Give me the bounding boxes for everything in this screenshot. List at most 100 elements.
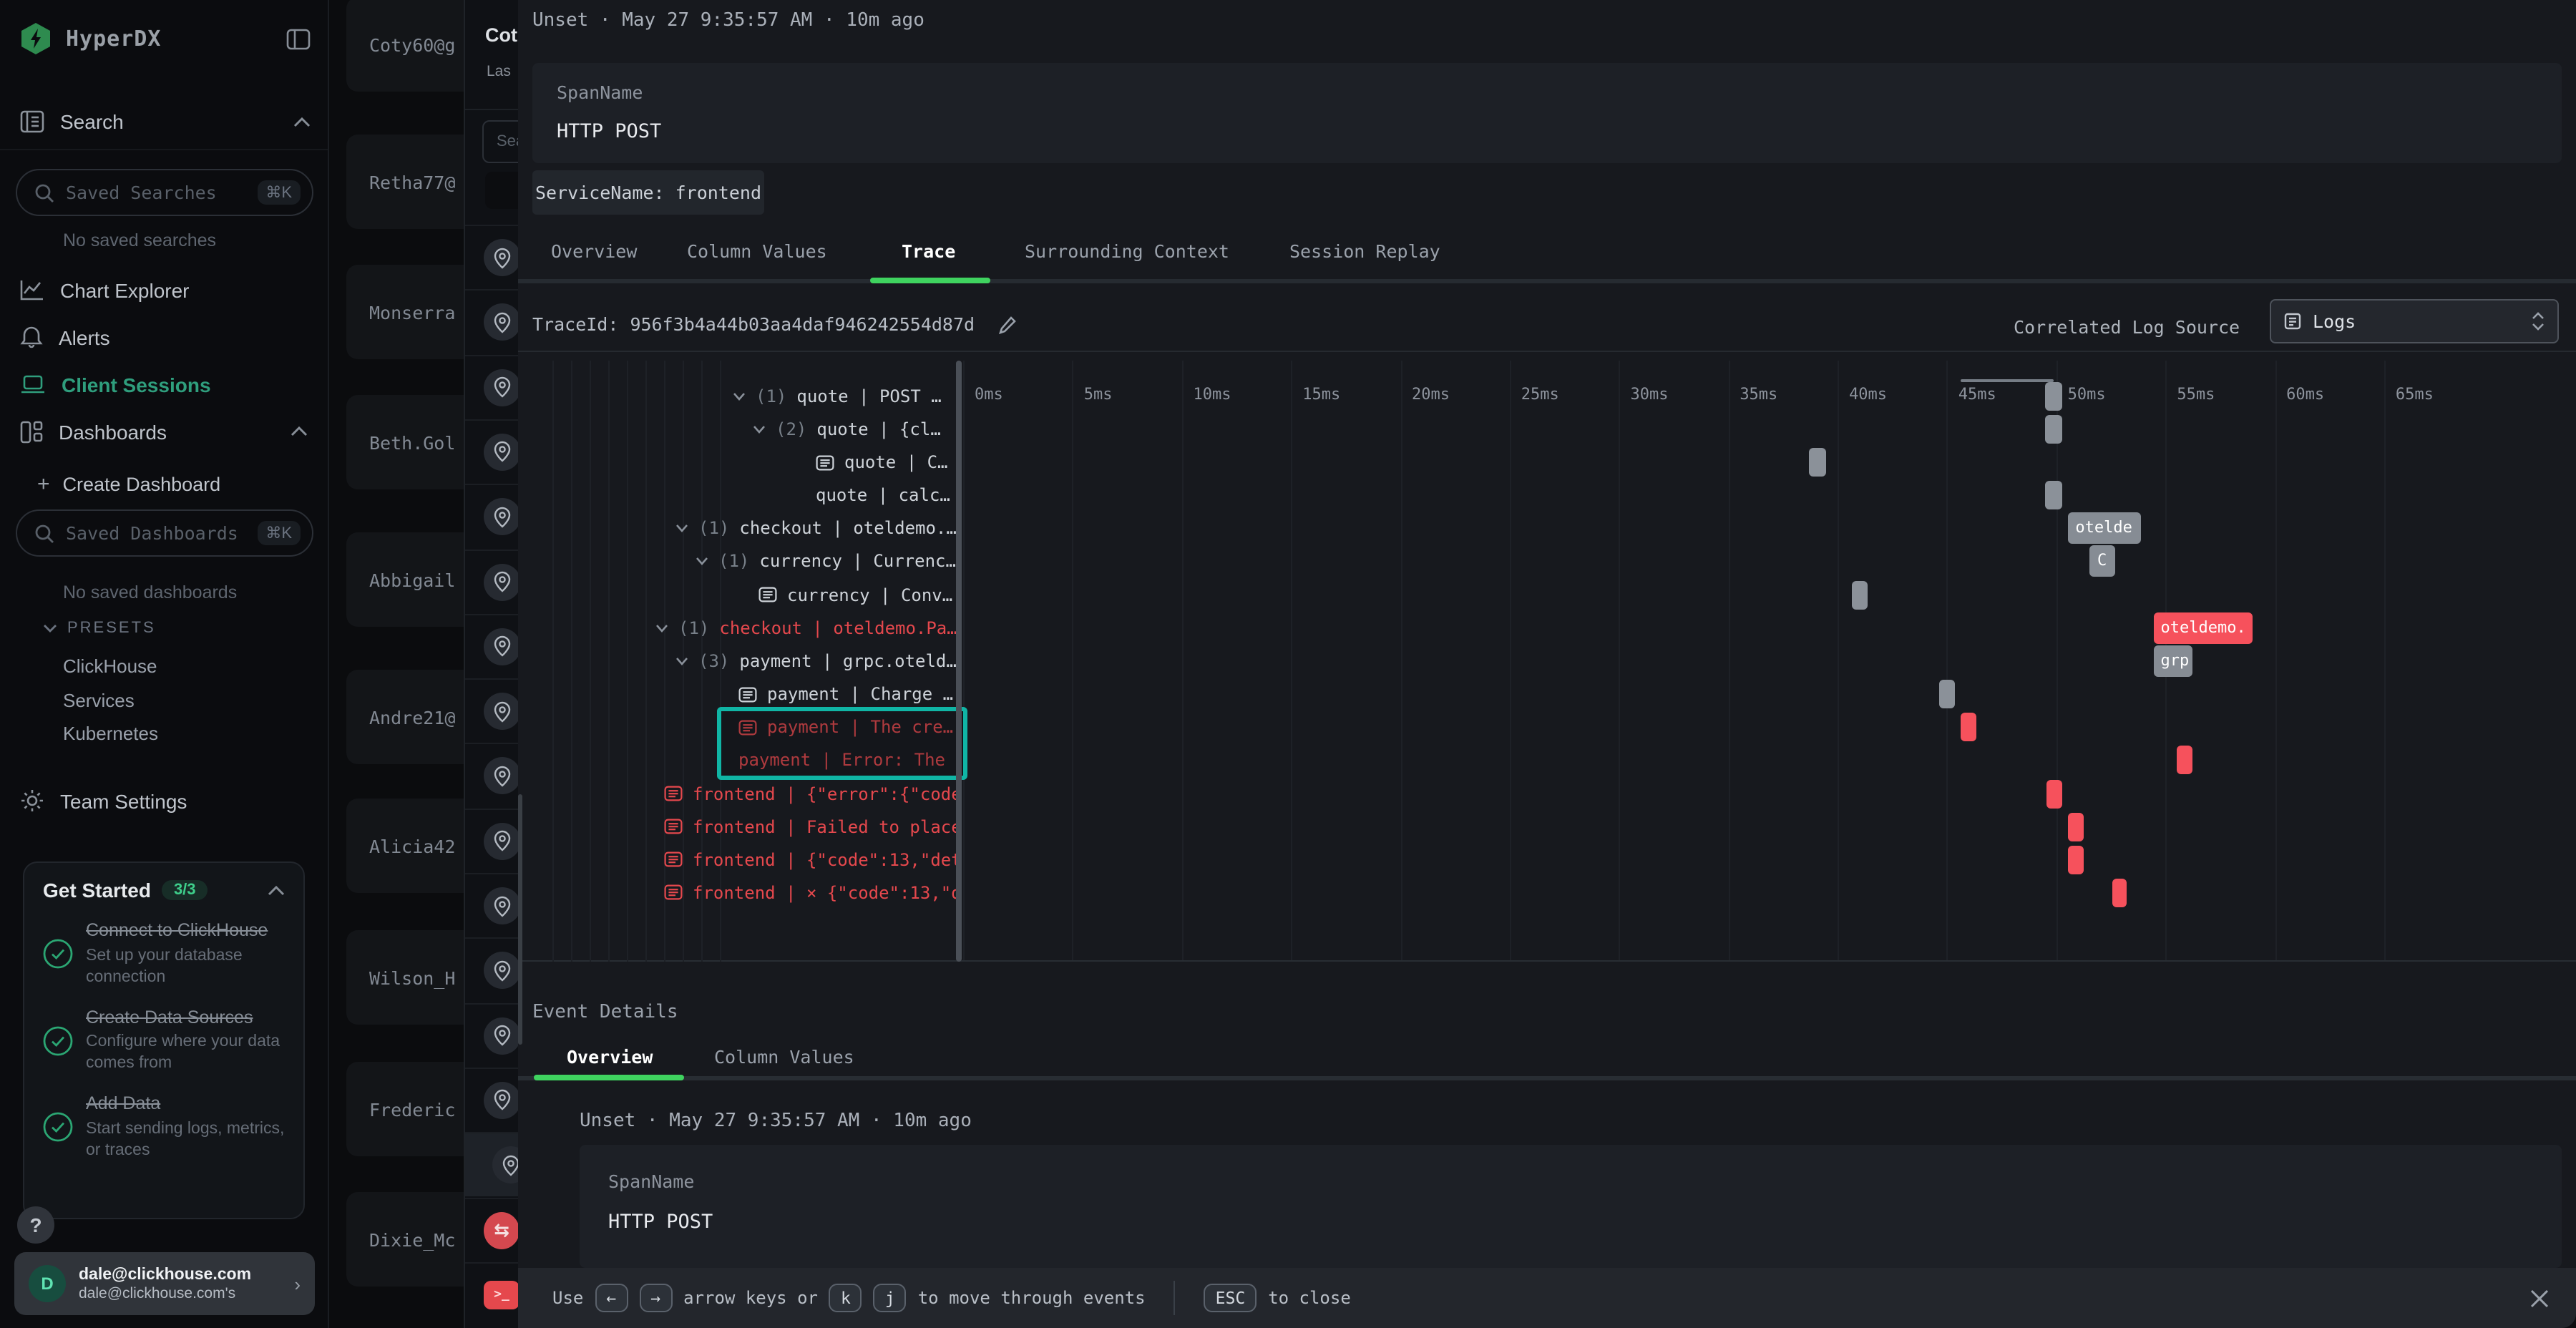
collapse-sidebar-icon[interactable]	[286, 28, 311, 49]
trace-tree-row[interactable]: quote | C…	[816, 449, 948, 476]
tab-column-values[interactable]: Column Values	[687, 240, 827, 262]
trace-tree-row[interactable]: payment | Charge …	[738, 680, 953, 708]
trace-tree-row[interactable]: (1)quote | POST …	[733, 382, 942, 409]
create-dashboard-button[interactable]: + Create Dashboard	[37, 472, 311, 497]
span-bar[interactable]	[2045, 415, 2062, 444]
service-name-chip[interactable]: ServiceName: frontend	[532, 170, 764, 215]
trace-tree-row[interactable]: currency | Conv…	[758, 581, 952, 608]
event-row[interactable]	[465, 290, 518, 354]
sidebar-item-alerts[interactable]: Alerts	[0, 313, 328, 361]
event-row[interactable]	[465, 225, 518, 289]
get-started-item[interactable]: Connect to ClickHouseSet up your databas…	[43, 920, 285, 988]
tab-session-replay[interactable]: Session Replay	[1289, 240, 1440, 262]
trace-tree-row[interactable]: (1)checkout | oteldemo.Pa…	[655, 615, 956, 642]
saved-searches-input[interactable]: Saved Searches ⌘K	[16, 169, 313, 216]
get-started-item[interactable]: Create Data SourcesConfigure where your …	[43, 1007, 285, 1075]
span-bar[interactable]	[2068, 812, 2083, 841]
trace-tree-row[interactable]: (2)quote | {cl…	[753, 416, 941, 443]
get-started-items: Connect to ClickHouseSet up your databas…	[43, 920, 285, 1161]
saved-dashboards-input[interactable]: Saved Dashboards ⌘K	[16, 509, 313, 557]
help-button[interactable]: ?	[17, 1206, 54, 1244]
presets-header[interactable]: PRESETS	[43, 620, 311, 637]
span-bar[interactable]: C	[2090, 546, 2115, 577]
tree-scrollbar[interactable]	[956, 361, 962, 962]
log-source-select[interactable]: Logs	[2270, 299, 2559, 343]
key-k: k	[829, 1284, 862, 1312]
events-filter-button[interactable]	[485, 172, 518, 209]
sidebar-item-client-sessions[interactable]: Client Sessions	[0, 361, 328, 408]
span-bar[interactable]	[2045, 381, 2062, 410]
chevron-up-icon[interactable]	[291, 426, 308, 436]
close-icon[interactable]	[2529, 1287, 2550, 1309]
chevron-down-icon[interactable]	[675, 657, 688, 665]
span-bar[interactable]	[1960, 713, 1976, 741]
child-count: (3)	[698, 651, 729, 671]
trace-tree-row[interactable]: frontend | {"error":{"code…	[664, 780, 956, 807]
trace-tree-row[interactable]: frontend | Failed to place…	[664, 813, 956, 840]
event-row[interactable]	[465, 938, 518, 1002]
event-row[interactable]	[465, 743, 518, 808]
event-row[interactable]	[465, 354, 518, 419]
span-bar[interactable]	[1809, 448, 1825, 477]
span-bar[interactable]: otelde	[2068, 513, 2141, 545]
tab-column-values[interactable]: Column Values	[714, 1046, 854, 1068]
footer-move-text: to move through events	[918, 1288, 1146, 1308]
preset-clickhouse[interactable]: ClickHouse	[63, 650, 158, 683]
sidebar-item-chart-explorer[interactable]: Chart Explorer	[0, 266, 328, 313]
trace-tree-row[interactable]: (1)checkout | oteldemo.…	[675, 515, 956, 542]
span-bar[interactable]	[2177, 746, 2193, 775]
event-row[interactable]	[465, 1132, 518, 1196]
tab-overview[interactable]: Overview	[551, 240, 637, 262]
event-row[interactable]	[465, 1068, 518, 1132]
terminal-icon: >_	[484, 1281, 518, 1309]
event-row[interactable]	[465, 614, 518, 678]
span-bar[interactable]	[2046, 779, 2062, 808]
event-row[interactable]	[465, 1002, 518, 1067]
trace-tree-row[interactable]: frontend | × {"code":13,"d…	[664, 879, 956, 907]
preset-kubernetes[interactable]: Kubernetes	[63, 717, 158, 751]
get-started-item[interactable]: Add DataStart sending logs, metrics, or …	[43, 1093, 285, 1161]
sidebar-item-team-settings[interactable]: Team Settings	[20, 788, 311, 813]
tab-surrounding-context[interactable]: Surrounding Context	[1025, 240, 1229, 262]
indent-guide	[552, 361, 554, 962]
event-row[interactable]: ⇆	[465, 1197, 518, 1261]
span-bar[interactable]: grp	[2154, 645, 2193, 677]
modal-scrollbar[interactable]	[518, 794, 522, 1045]
sidebar-item-dashboards[interactable]: Dashboards	[0, 408, 328, 455]
correlated-log-source-label: Correlated Log Source	[2014, 316, 2240, 338]
chevron-up-icon[interactable]	[268, 885, 285, 895]
sidebar-item-search[interactable]: Search	[20, 110, 311, 133]
chevron-down-icon[interactable]	[696, 557, 708, 566]
event-row[interactable]	[465, 484, 518, 548]
span-bar[interactable]: oteldemo.	[2154, 612, 2253, 644]
event-row[interactable]	[465, 808, 518, 872]
chevron-down-icon[interactable]	[675, 524, 688, 533]
events-search-input[interactable]: Sea	[482, 120, 518, 163]
trace-tree-row[interactable]: (3)payment | grpc.oteld…	[675, 648, 956, 675]
axis-tick-label: 65ms	[2396, 385, 2434, 404]
chevron-down-icon[interactable]	[733, 391, 746, 400]
trace-tree-row[interactable]: frontend | {"code":13,"det…	[664, 846, 956, 874]
span-bar[interactable]	[1939, 680, 1954, 708]
span-bar[interactable]	[2068, 846, 2083, 874]
tab-overview[interactable]: Overview	[567, 1046, 653, 1068]
chevron-down-icon[interactable]	[753, 425, 766, 434]
span-bar[interactable]	[1852, 580, 1868, 609]
trace-tree-row[interactable]: (1)currency | Currenc…	[696, 548, 956, 575]
sidebar-item-label: Client Sessions	[62, 373, 308, 396]
span-bar[interactable]	[2045, 481, 2062, 509]
edit-pencil-icon[interactable]	[997, 314, 1018, 334]
event-row[interactable]	[465, 873, 518, 937]
tab-trace[interactable]: Trace	[902, 240, 955, 262]
chevron-down-icon[interactable]	[655, 624, 668, 633]
event-row[interactable]: >_	[465, 1262, 518, 1327]
user-menu[interactable]: D dale@clickhouse.com dale@clickhouse.co…	[14, 1252, 315, 1315]
event-row[interactable]	[465, 678, 518, 743]
chevron-up-icon[interactable]	[293, 117, 311, 127]
preset-services[interactable]: Services	[63, 683, 158, 717]
span-bar[interactable]	[2112, 879, 2127, 907]
event-row[interactable]	[465, 419, 518, 484]
trace-tree-row[interactable]: quote | calc…	[816, 482, 950, 509]
event-row[interactable]	[465, 549, 518, 613]
span-label: frontend | Failed to place…	[693, 816, 956, 836]
